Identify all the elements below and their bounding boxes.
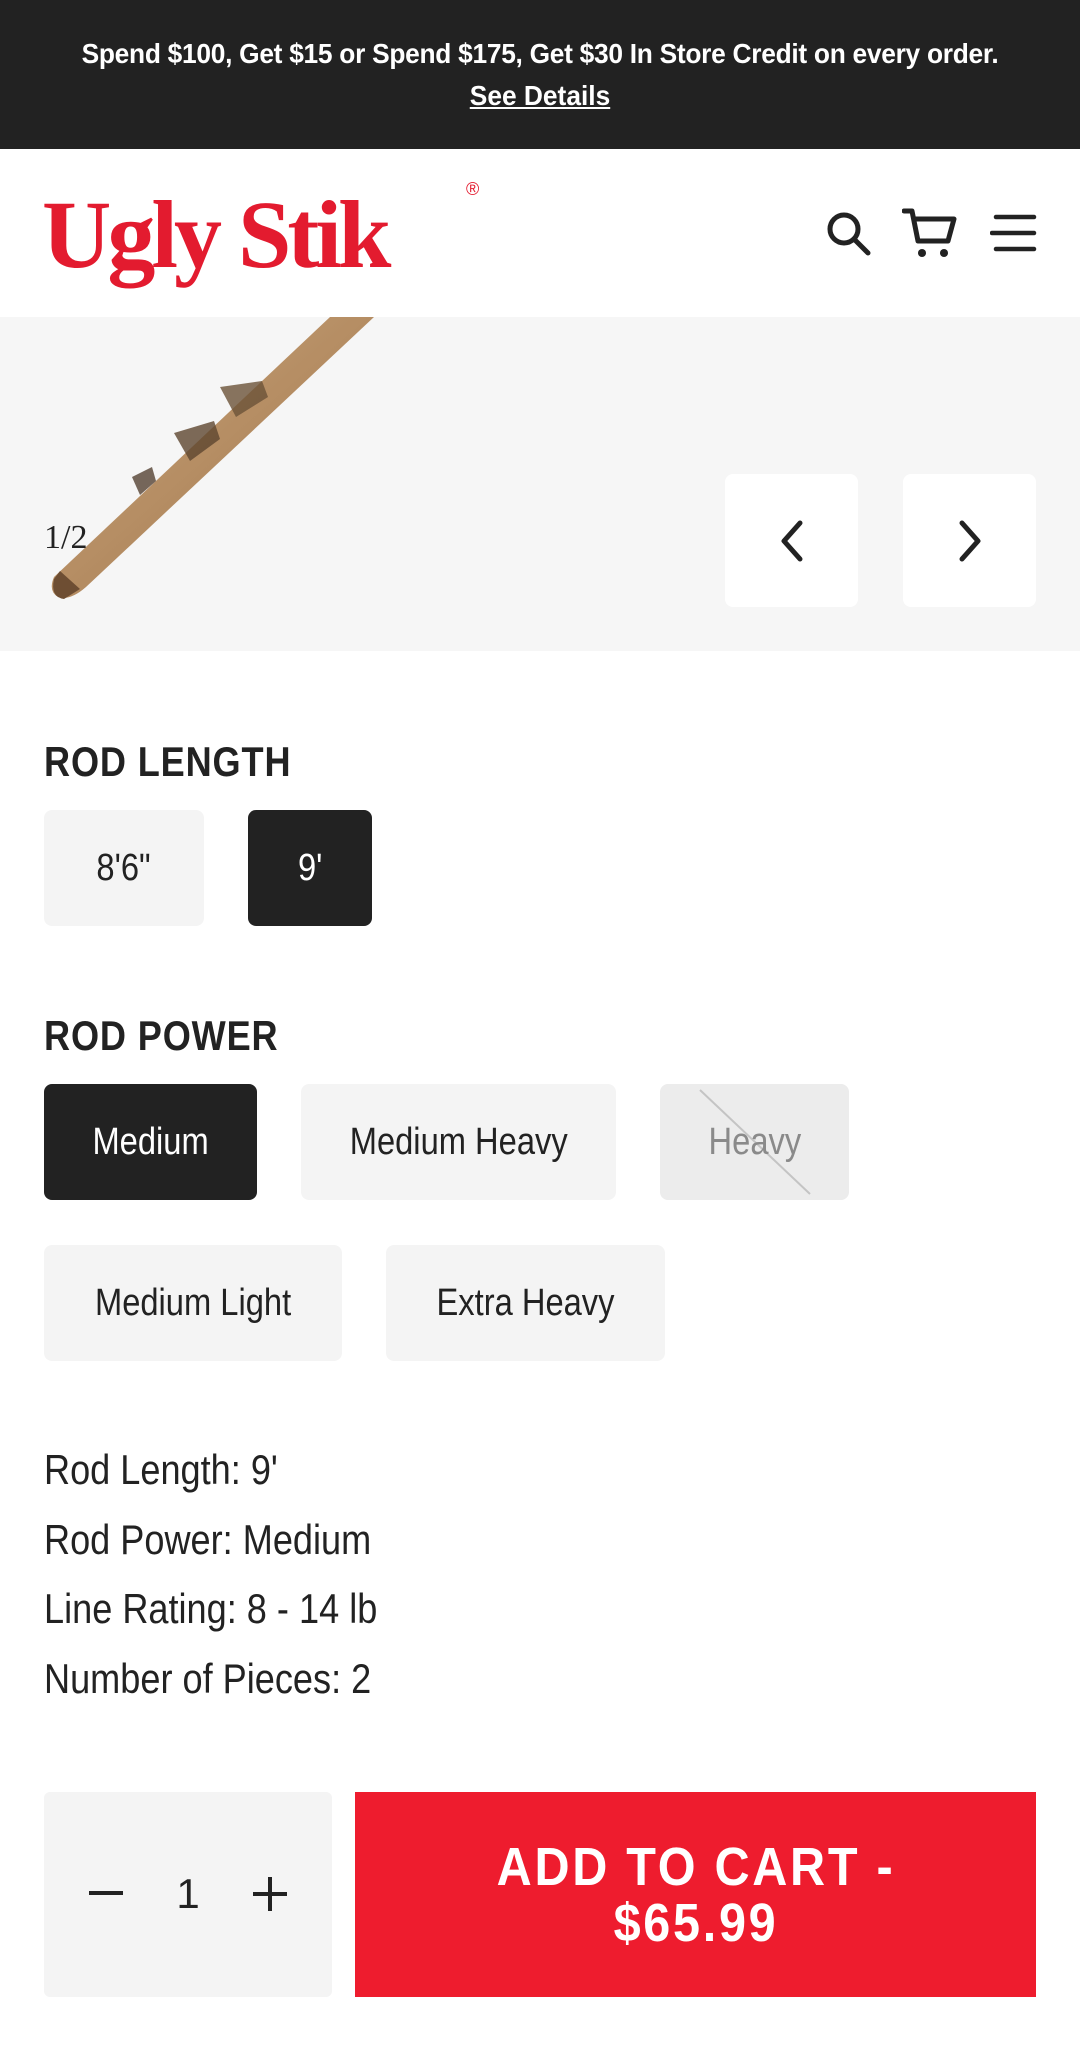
promo-banner: Spend $100, Get $15 or Spend $175, Get $… <box>0 0 1080 149</box>
search-icon[interactable] <box>820 205 876 261</box>
site-header: Ugly Stik ® <box>0 149 1080 317</box>
chevron-right-icon <box>959 520 980 561</box>
option-rod-power-medium[interactable]: Medium <box>44 1084 257 1200</box>
option-label: 8'6" <box>96 846 152 889</box>
chevron-left-icon <box>781 520 802 561</box>
promo-text: Spend $100, Get $15 or Spend $175, Get $… <box>81 38 999 69</box>
increase-quantity-button[interactable] <box>238 1862 302 1926</box>
option-label: 9' <box>297 846 323 889</box>
product-gallery[interactable]: 1/2 <box>0 317 1080 651</box>
option-rod-length-8-6[interactable]: 8'6" <box>44 810 204 926</box>
option-rod-length-9[interactable]: 9' <box>248 810 372 926</box>
option-label: Medium <box>92 1120 209 1163</box>
plus-icon <box>253 1877 287 1911</box>
spec-line-rating: Line Rating: 8 - 14 lb <box>44 1585 378 1632</box>
spec-rod-power: Rod Power: Medium <box>44 1516 372 1563</box>
cart-icon[interactable] <box>902 205 958 261</box>
logo-text: Ugly Stik <box>42 181 391 288</box>
option-rod-power-heavy[interactable]: Heavy <box>660 1084 849 1200</box>
option-label: Heavy <box>708 1120 801 1163</box>
rod-handle-image <box>51 317 374 599</box>
option-label: Medium Heavy <box>349 1120 568 1163</box>
menu-icon[interactable] <box>986 205 1042 261</box>
previous-image-button[interactable] <box>725 474 858 607</box>
option-rod-power-extra-heavy[interactable]: Extra Heavy <box>386 1245 665 1361</box>
add-to-cart-button[interactable]: ADD TO CART - $65.99 <box>355 1792 1036 1997</box>
option-label: Extra Heavy <box>436 1281 615 1324</box>
see-details-link[interactable]: See Details <box>32 80 1047 112</box>
image-counter: 1/2 <box>44 519 88 556</box>
next-image-button[interactable] <box>903 474 1036 607</box>
option-rod-power-medium-heavy[interactable]: Medium Heavy <box>301 1084 616 1200</box>
quantity-stepper: 1 <box>44 1792 332 1997</box>
add-to-cart-label: ADD TO CART - $65.99 <box>496 1836 895 1953</box>
option-rod-power-medium-light[interactable]: Medium Light <box>44 1245 342 1361</box>
rod-length-title: ROD LENGTH <box>44 738 292 785</box>
decrease-quantity-button[interactable] <box>74 1862 138 1926</box>
quantity-value[interactable]: 1 <box>148 1862 228 1926</box>
option-label: Medium Light <box>94 1281 292 1324</box>
rod-power-title: ROD POWER <box>44 1012 279 1059</box>
spec-number-of-pieces: Number of Pieces: 2 <box>44 1655 372 1702</box>
minus-icon <box>89 1891 123 1895</box>
ugly-stik-logo[interactable]: Ugly Stik ® <box>42 179 492 289</box>
registered-mark: ® <box>466 179 480 199</box>
spec-rod-length: Rod Length: 9' <box>44 1446 278 1493</box>
